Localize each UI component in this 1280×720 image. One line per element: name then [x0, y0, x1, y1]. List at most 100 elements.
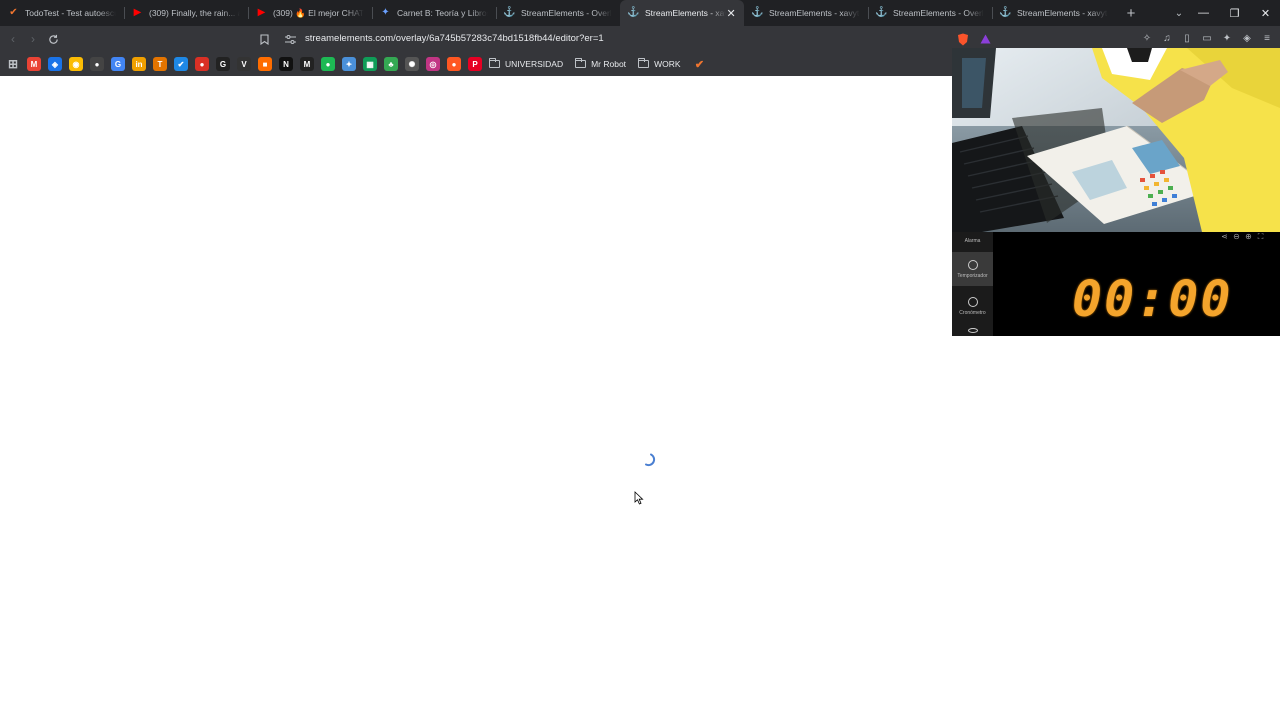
spotify-icon: ● — [321, 57, 335, 71]
timer-mode-sidebar: Alarma Temporizador Cronómetro — [952, 232, 993, 336]
bookmark-fire[interactable]: ● — [447, 55, 461, 73]
todotest-bookmark-icon: ✔ — [694, 58, 705, 71]
bookmark-instagram[interactable]: ◎ — [426, 55, 440, 73]
fullscreen-icon[interactable]: ⛶ — [1256, 232, 1265, 241]
timer-window-controls: ⋖ ⊖ ⊕ ⛶ — [1220, 232, 1265, 242]
bookmark-folder-label: UNIVERSIDAD — [505, 59, 564, 69]
leo-ai-icon[interactable]: ✦ — [1220, 31, 1234, 45]
bookmark-notion[interactable]: N — [279, 55, 293, 73]
mouse-cursor-icon — [634, 491, 644, 505]
bookmark-openai[interactable]: ✺ — [405, 55, 419, 73]
tab-9[interactable]: ⚓ StreamElements - xavytoo — [992, 0, 1116, 26]
bookmark-orange[interactable]: ■ — [258, 55, 272, 73]
media-music-icon[interactable]: ♫ — [1160, 31, 1174, 45]
pinterest-icon: P — [468, 57, 482, 71]
sheets-icon: ▦ — [363, 57, 377, 71]
bookmark-pinterest[interactable]: P — [468, 55, 482, 73]
bookmark-spotify[interactable]: ● — [321, 55, 335, 73]
instagram-icon: ◎ — [426, 57, 440, 71]
red-icon: ● — [195, 57, 209, 71]
sidebar-toggle-icon[interactable]: ▯ — [1180, 31, 1194, 45]
star-icon: ✦ — [342, 57, 356, 71]
tab-2[interactable]: ▶ (309) Finally, the rain... a lo — [124, 0, 248, 26]
todoist-icon: ✔ — [174, 57, 188, 71]
zoom-in-icon[interactable]: ⊕ — [1244, 232, 1253, 241]
bookmark-folder-1[interactable]: UNIVERSIDAD — [489, 55, 563, 73]
tab-8[interactable]: ⚓ StreamElements - Overlay — [868, 0, 992, 26]
tab-title: (309) 🔥 El mejor CHAT para — [273, 7, 364, 18]
bookmark-icon: T — [153, 57, 167, 71]
timer-display: 00:00 — [1072, 270, 1233, 328]
openai-icon: ✺ — [405, 57, 419, 71]
tab-search-chevron-icon[interactable]: ⌄ — [1172, 6, 1186, 20]
mode-stopwatch[interactable]: Cronómetro — [952, 292, 993, 320]
forward-button[interactable]: › — [25, 31, 41, 47]
bookmark-gmail[interactable]: M — [27, 55, 41, 73]
streamelements-icon: ⚓ — [627, 7, 640, 18]
bookmark-g[interactable]: G — [216, 55, 230, 73]
mode-more[interactable] — [952, 328, 993, 336]
bookmark-google[interactable]: G — [111, 55, 125, 73]
tab-4[interactable]: ✦ Carnet B: Teoría y Libros de — [372, 0, 496, 26]
mode-timer[interactable]: Temporizador — [952, 252, 993, 286]
bookmark-tree[interactable]: ♣ — [384, 55, 398, 73]
streamelements-icon: ⚓ — [999, 7, 1012, 18]
tab-title: StreamElements - xavytoo — [1017, 8, 1108, 18]
tab-title: Carnet B: Teoría y Libros de — [397, 8, 488, 18]
tab-7[interactable]: ⚓ StreamElements - xavytoo — [744, 0, 868, 26]
gmail-icon: M — [27, 57, 41, 71]
orange-icon: ■ — [258, 57, 272, 71]
bookmark-drive[interactable]: ◈ — [48, 55, 62, 73]
back-button[interactable]: ‹ — [5, 31, 21, 47]
more-clock-icon — [967, 328, 978, 333]
tab-3[interactable]: ▶ (309) 🔥 El mejor CHAT para — [248, 0, 372, 26]
bookmark-linkedin[interactable]: in — [132, 55, 146, 73]
close-window-button[interactable]: ✕ — [1250, 0, 1280, 26]
wallet-icon[interactable]: ▭ — [1200, 31, 1214, 45]
address-bar-url[interactable]: streamelements.com/overlay/6a745b57283c7… — [305, 33, 604, 44]
bookmark-apps-grid[interactable]: ⊞ — [6, 55, 20, 73]
tune-icon — [284, 34, 296, 44]
bookmark-todoist[interactable]: ✔ — [174, 55, 188, 73]
new-tab-button[interactable]: + — [1120, 2, 1142, 24]
brave-rewards-button[interactable] — [977, 31, 993, 47]
tab-title: StreamElements - xavytoo — [645, 8, 726, 18]
bookmark-folder-2[interactable]: Mr Robot — [575, 55, 626, 73]
fire-icon: ● — [447, 57, 461, 71]
mode-alarm[interactable]: Alarma — [952, 234, 993, 248]
tabs-container: ✔ TodoTest - Test autoescuela ▶ (309) Final… — [0, 0, 1116, 26]
bookmark-todotest[interactable]: ✔ — [693, 55, 707, 73]
loading-spinner-icon — [645, 453, 656, 467]
reload-button[interactable] — [45, 31, 61, 47]
youtube-icon: ▶ — [257, 7, 266, 18]
gemini-icon: ✦ — [381, 7, 390, 18]
bookmark-star[interactable]: ✦ — [342, 55, 356, 73]
menu-hamburger-icon[interactable]: ≡ — [1260, 31, 1274, 45]
bookmark-chrome[interactable]: ◉ — [69, 55, 83, 73]
brave-shields-button[interactable] — [955, 31, 971, 47]
bookmark-bookmark[interactable]: T — [153, 55, 167, 73]
bookmark-v[interactable]: V — [237, 55, 251, 73]
tab-close-icon[interactable]: ✕ — [726, 7, 736, 20]
tab-5[interactable]: ⚓ StreamElements - Overlay — [496, 0, 620, 26]
tab-strip: ✔ TodoTest - Test autoescuela ▶ (309) Final… — [0, 0, 1280, 26]
share-icon[interactable]: ⋖ — [1220, 232, 1229, 241]
webcam-feed — [952, 48, 1280, 232]
site-info-button[interactable] — [282, 31, 298, 47]
bookmark-github[interactable]: ● — [90, 55, 104, 73]
tab-6[interactable]: ⚓ StreamElements - xavytoo✕ — [620, 0, 744, 26]
extensions-puzzle-icon[interactable]: ✧ — [1140, 31, 1154, 45]
folder-icon — [638, 58, 650, 68]
zoom-out-icon[interactable]: ⊖ — [1232, 232, 1241, 241]
bookmark-sheets[interactable]: ▦ — [363, 55, 377, 73]
tab-1[interactable]: ✔ TodoTest - Test autoescuela — [0, 0, 124, 26]
minimize-button[interactable]: — — [1188, 0, 1219, 26]
bookmark-page-button[interactable] — [256, 31, 272, 47]
restore-button[interactable]: ❐ — [1219, 0, 1250, 26]
bookmark-red[interactable]: ● — [195, 55, 209, 73]
streamelements-icon: ⚓ — [751, 7, 764, 18]
bookmark-folder-3[interactable]: WORK — [638, 55, 681, 73]
bookmark-m[interactable]: M — [300, 55, 314, 73]
vpn-shield-icon[interactable]: ◈ — [1240, 31, 1254, 45]
folder-icon — [575, 58, 587, 68]
